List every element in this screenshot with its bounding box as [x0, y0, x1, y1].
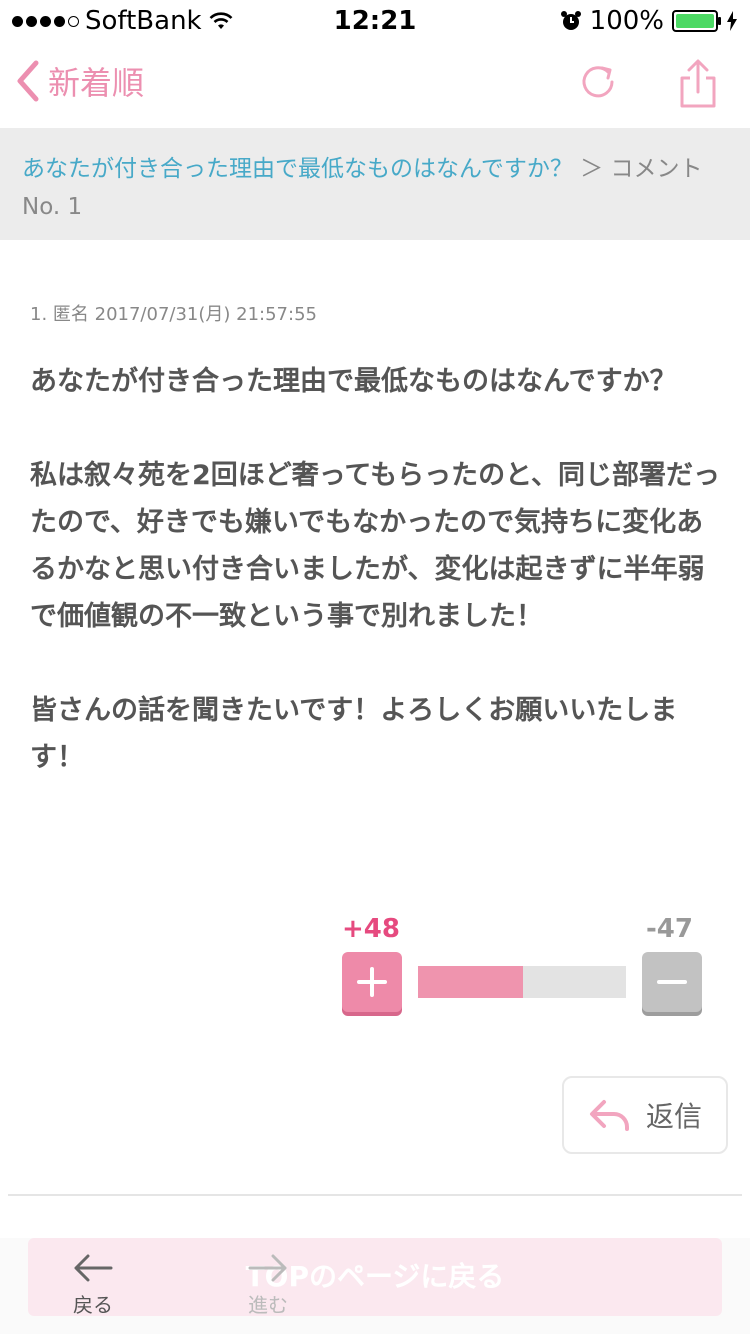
battery-percent: 100% [589, 6, 664, 36]
arrow-left-icon [74, 1254, 113, 1282]
battery-icon [672, 10, 721, 32]
share-icon[interactable] [676, 58, 720, 110]
plus-icon [357, 967, 387, 997]
vote-ratio-bar [418, 966, 626, 998]
post-paragraph: あなたが付き合った理由で最低なものはなんですか？ [30, 366, 677, 397]
minus-vote-button[interactable] [642, 952, 702, 1012]
status-bar: SoftBank 12:21 100% [0, 0, 750, 40]
plus-count: +48 [342, 914, 400, 944]
vote-ratio-fill [418, 966, 524, 998]
breadcrumb: あなたが付き合った理由で最低なものはなんですか？ ＞ コメント No. 1 [0, 128, 750, 240]
reply-arrow-icon [589, 1100, 629, 1131]
toolbar-forward-label: 進む [248, 1293, 288, 1317]
back-label: 新着順 [48, 64, 145, 102]
toolbar-back-button[interactable]: 戻る [43, 1252, 143, 1318]
status-right: 100% [560, 6, 738, 36]
alarm-icon [560, 11, 581, 30]
minus-count: -47 [646, 914, 693, 944]
reply-button[interactable]: 返信 [562, 1076, 728, 1154]
post-meta: 1. 匿名 2017/07/31(月) 21:57:55 [30, 304, 317, 325]
post-paragraph: 皆さんの話を聞きたいです！よろしくお願いいたします！ [30, 695, 678, 773]
bottom-toolbar: TOPのページに戻る 戻る 進む [0, 1238, 750, 1334]
divider [8, 1194, 742, 1196]
plus-vote-button[interactable] [342, 952, 402, 1012]
reply-label: 返信 [645, 1100, 702, 1133]
arrow-right-icon [248, 1254, 287, 1282]
toolbar-back-label: 戻る [73, 1293, 113, 1317]
breadcrumb-topic-link[interactable]: あなたが付き合った理由で最低なものはなんですか？ [22, 156, 573, 182]
back-button[interactable]: 新着順 [14, 58, 144, 104]
charging-icon [727, 11, 737, 31]
post-paragraph: 私は叙々苑を2回ほど奢ってもらったのと、同じ部署だったので、好きでも嫌いでもなか… [30, 460, 721, 632]
toolbar-forward-button[interactable]: 進む [218, 1252, 318, 1318]
chevron-left-icon [17, 60, 39, 102]
breadcrumb-separator: ＞ [580, 156, 604, 182]
nav-bar: 新着順 [0, 40, 750, 128]
minus-icon [657, 980, 687, 984]
refresh-icon[interactable] [578, 60, 618, 104]
post-body: あなたが付き合った理由で最低なものはなんですか？ 私は叙々苑を2回ほど奢ってもら… [30, 358, 730, 828]
